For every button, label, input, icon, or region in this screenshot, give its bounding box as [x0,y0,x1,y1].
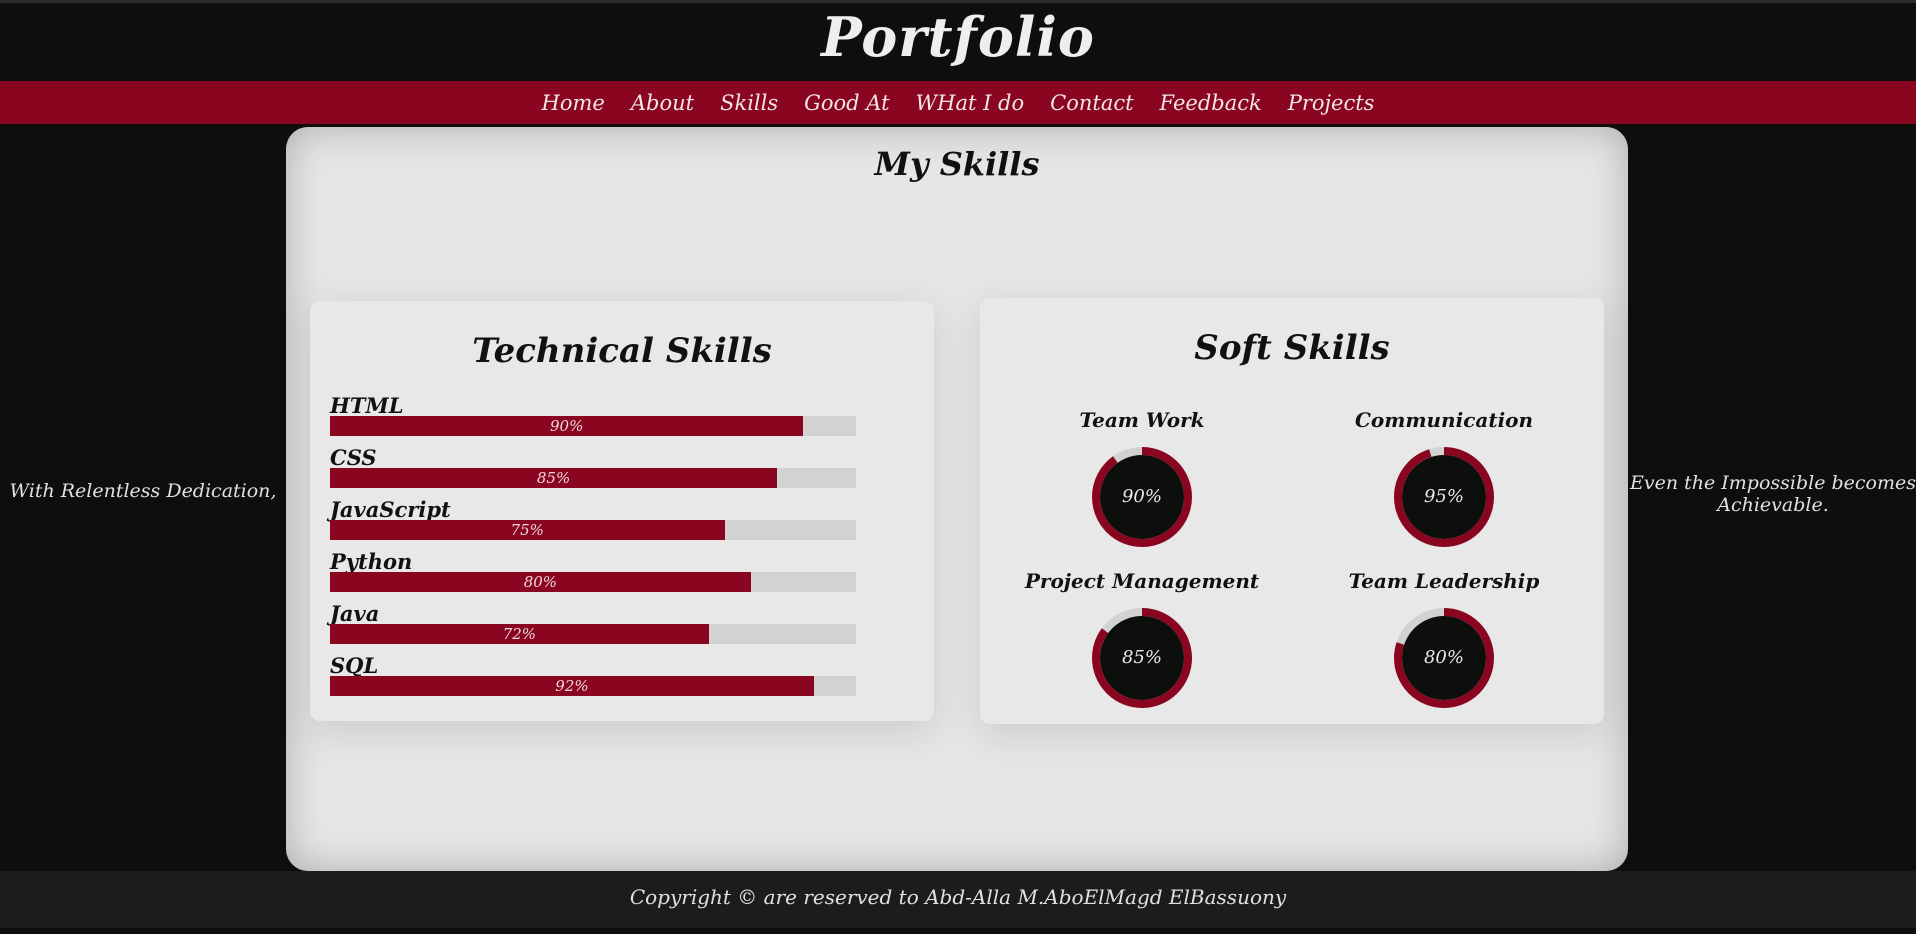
skills-section: My Skills Technical Skills HTML 90% CSS … [286,127,1628,871]
nav-link-skills[interactable]: Skills [707,91,791,115]
nav-link-what-i-do[interactable]: WHat I do [903,91,1038,115]
progress-label: 72% [502,625,537,643]
nav-link-home[interactable]: Home [529,91,618,115]
ring-value: 80% [1423,647,1464,668]
soft-skill-communication: Communication 95% [1294,408,1594,548]
progress-label: 85% [536,469,571,487]
nav-link-contact[interactable]: Contact [1037,91,1146,115]
progress-track: 75% [330,520,856,540]
skill-row-python: Python 80% [330,551,856,603]
progress-ring: 80% [1393,607,1495,709]
progress-track: 80% [330,572,856,592]
skill-name: CSS [330,445,377,470]
soft-skill-project-management: Project Management 85% [992,569,1292,709]
progress-ring: 95% [1393,446,1495,548]
site-footer: Copyright © are reserved to Abd-Alla M.A… [0,871,1916,928]
soft-skill-label: Project Management [1024,569,1260,593]
nav-link-about[interactable]: About [618,91,707,115]
bottom-border [0,928,1916,934]
main-nav: Home About Skills Good At WHat I do Cont… [0,81,1916,124]
ring-value: 90% [1121,486,1162,507]
skill-row-javascript: JavaScript 75% [330,499,856,551]
section-title: My Skills [874,145,1040,183]
soft-skill-team-leadership: Team Leadership 80% [1294,569,1594,709]
skill-name: Java [330,601,380,626]
site-title: Portfolio [821,5,1095,69]
progress-label: 92% [555,677,589,695]
nav-link-projects[interactable]: Projects [1275,91,1388,115]
skill-name: SQL [330,653,379,678]
copyright-text: Copyright © are reserved to Abd-Alla M.A… [629,885,1287,909]
ring-value: 85% [1121,647,1162,668]
skill-row-css: CSS 85% [330,447,856,499]
side-quote-left: With Relentless Dedication, [9,480,277,502]
skill-row-java: Java 72% [330,603,856,655]
technical-skills-panel: Technical Skills HTML 90% CSS 85% JavaSc… [310,301,934,721]
skill-name: Python [330,549,413,574]
progress-track: 85% [330,468,856,488]
progress-ring: 90% [1091,446,1193,548]
skill-name: JavaScript [330,497,451,522]
skill-name: HTML [330,393,404,418]
progress-track: 90% [330,416,856,436]
soft-skill-label: Team Leadership [1348,569,1540,593]
progress-label: 80% [523,573,558,591]
technical-skills-title: Technical Skills [472,331,772,371]
progress-track: 92% [330,676,856,696]
ring-value: 95% [1423,486,1464,507]
site-header: Portfolio [0,3,1916,81]
soft-skills-panel: Soft Skills Team Work 90% Communication … [980,298,1604,724]
progress-label: 75% [510,521,544,539]
soft-skill-team-work: Team Work 90% [992,408,1292,548]
skill-row-html: HTML 90% [330,395,856,447]
progress-track: 72% [330,624,856,644]
progress-ring: 85% [1091,607,1193,709]
soft-skill-label: Communication [1354,408,1534,432]
soft-skill-label: Team Work [1079,408,1205,432]
nav-link-good-at[interactable]: Good At [791,91,902,115]
progress-label: 90% [550,417,584,435]
nav-link-feedback[interactable]: Feedback [1147,91,1275,115]
side-quote-right: Even the Impossible becomes Achievable. [1630,472,1916,516]
skill-row-sql: SQL 92% [330,655,856,707]
soft-skills-title: Soft Skills [1194,328,1390,368]
technical-skill-list: HTML 90% CSS 85% JavaScript 75% Python 8… [330,395,856,707]
